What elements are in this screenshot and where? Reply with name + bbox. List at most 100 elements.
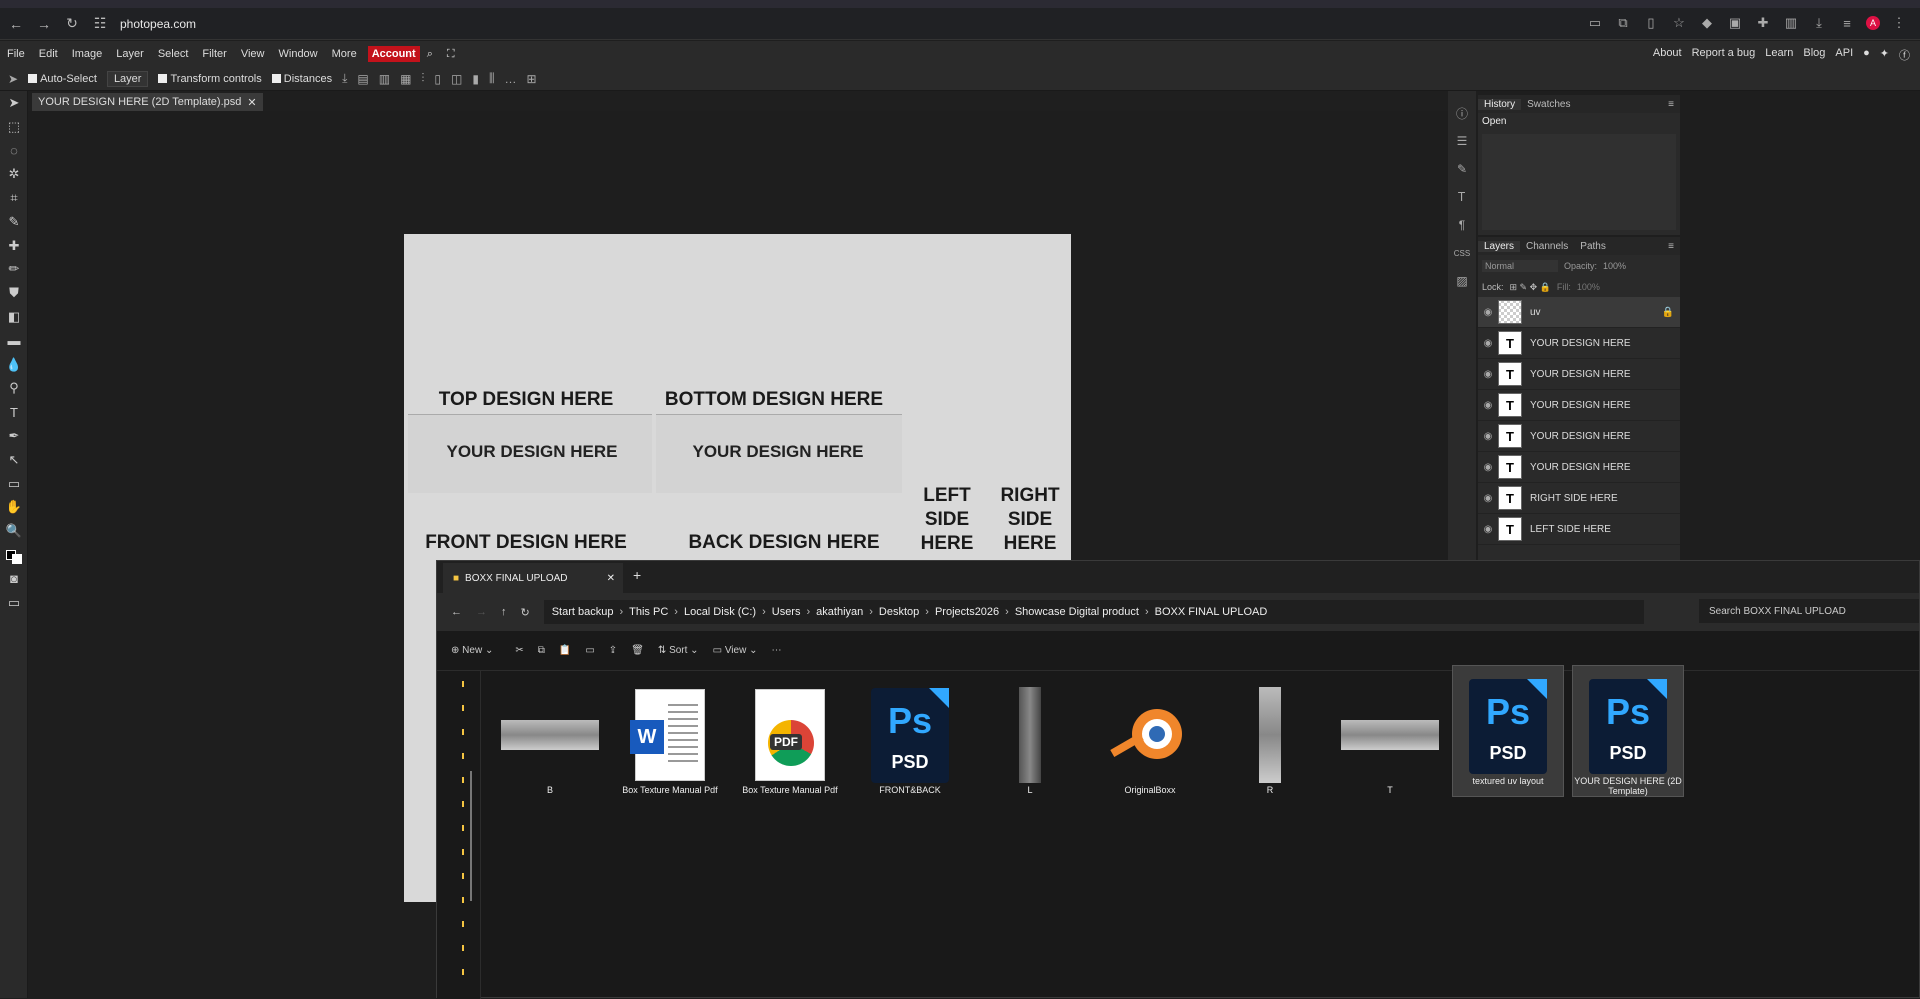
paragraph-icon[interactable]: ¶ [1448, 211, 1476, 239]
menu-image[interactable]: Image [65, 48, 110, 60]
fill-value[interactable]: 100% [1577, 282, 1600, 292]
puzzle-icon[interactable]: ✚ [1754, 12, 1772, 34]
menu-edit[interactable]: Edit [32, 48, 65, 60]
tab-channels[interactable]: Channels [1520, 241, 1574, 252]
align-bottom-icon[interactable]: ▥ [379, 72, 390, 86]
search-icon[interactable]: ⌕ [420, 48, 440, 61]
menu-view[interactable]: View [234, 48, 272, 60]
eye-icon[interactable]: ◉ [1478, 338, 1498, 349]
magic-wand-icon[interactable]: ✲ [0, 162, 28, 186]
refresh-icon[interactable]: ↻ [521, 606, 530, 619]
layer-row[interactable]: ◉ T RIGHT SIDE HERE [1478, 483, 1680, 514]
facebook-icon[interactable]: ⓕ [1899, 47, 1910, 63]
crumb-start-backup[interactable]: Start backup [552, 606, 614, 618]
distances-checkbox[interactable]: Distances [271, 73, 332, 85]
close-icon[interactable]: ✕ [247, 96, 256, 109]
tab-icon[interactable]: ▭ [1586, 12, 1604, 34]
crop-tool-icon[interactable]: ⌗ [0, 186, 28, 210]
tab-history[interactable]: History [1478, 98, 1522, 110]
dodge-icon[interactable]: ⚲ [0, 377, 28, 401]
menu-more[interactable]: More [325, 48, 364, 60]
url-text[interactable]: photopea.com [120, 17, 196, 31]
align-right-icon[interactable]: ▮ [472, 72, 479, 86]
download-icon[interactable]: ⤓ [1810, 12, 1828, 34]
view-button[interactable]: ▭ View ⌄ [713, 645, 758, 656]
bookmark-star-icon[interactable]: ☆ [1670, 12, 1688, 34]
twitter-icon[interactable]: ✦ [1880, 47, 1889, 63]
document-tab[interactable]: YOUR DESIGN HERE (2D Template).psd ✕ [32, 93, 263, 111]
explorer-tab[interactable]: ■ BOXX FINAL UPLOAD ✕ [443, 563, 623, 593]
stamp-tool-icon[interactable]: ⛊ [0, 281, 28, 305]
close-tab-icon[interactable]: ✕ [607, 573, 615, 584]
eye-icon[interactable]: ◉ [1478, 400, 1498, 411]
pen-tool-icon[interactable]: ✒ [0, 424, 28, 448]
rename-icon[interactable]: ▭ [585, 645, 594, 656]
eye-icon[interactable]: ◉ [1478, 431, 1498, 442]
up-icon[interactable]: ↑ [501, 606, 507, 618]
eye-icon[interactable]: ◉ [1478, 462, 1498, 473]
info-icon[interactable]: ⓘ [1448, 99, 1476, 127]
crumb-users[interactable]: Users [772, 606, 801, 618]
file-item-hover[interactable]: Ps PSD textured uv layout [1452, 665, 1564, 797]
page-icon[interactable]: ▯ [1642, 12, 1660, 34]
eraser-icon[interactable]: ◧ [0, 305, 28, 329]
share-icon[interactable]: ⇪ [609, 645, 617, 656]
auto-select-checkbox[interactable]: Auto-Select [28, 73, 97, 85]
account-button[interactable]: Account [367, 46, 420, 62]
css-icon[interactable]: CSS [1448, 239, 1476, 267]
file-item[interactable]: OriginalBoxx [1095, 685, 1205, 795]
menu-window[interactable]: Window [272, 48, 325, 60]
paste-icon[interactable]: 📋 [559, 645, 571, 656]
blend-mode-select[interactable]: Normal [1482, 260, 1558, 272]
image-icon[interactable]: ▨ [1448, 267, 1476, 295]
crumb-boxx[interactable]: BOXX FINAL UPLOAD [1155, 606, 1268, 618]
hand-tool-icon[interactable]: ✋ [0, 496, 28, 520]
menu-layer[interactable]: Layer [109, 48, 151, 60]
file-item[interactable]: L [975, 685, 1085, 795]
media-icon[interactable]: ≡ [1838, 12, 1856, 34]
healing-icon[interactable]: ✚ [0, 234, 28, 258]
explorer-search-input[interactable]: Search BOXX FINAL UPLOAD [1699, 599, 1919, 623]
file-item[interactable]: B [495, 685, 605, 795]
site-info-icon[interactable]: ☷ [88, 12, 112, 36]
align-hcenter-icon[interactable]: ◫ [451, 72, 462, 86]
opacity-value[interactable]: 100% [1603, 261, 1626, 271]
tab-paths[interactable]: Paths [1574, 241, 1612, 252]
panel-menu-icon[interactable]: ≡ [1662, 241, 1680, 252]
lock-icons[interactable]: ⊞ ✎ ✥ 🔒 [1510, 282, 1551, 293]
eye-icon[interactable]: ◉ [1478, 369, 1498, 380]
align-left-icon[interactable]: ▯ [434, 72, 441, 86]
file-item[interactable]: R [1215, 685, 1325, 795]
tab-layers[interactable]: Layers [1478, 240, 1521, 252]
brush-panel-icon[interactable]: ✎ [1448, 155, 1476, 183]
path-select-icon[interactable]: ↖ [0, 448, 28, 472]
file-item[interactable]: T [1335, 685, 1445, 795]
character-icon[interactable]: Ꭲ [1448, 183, 1476, 211]
layer-row[interactable]: ◉ T YOUR DESIGN HERE [1478, 421, 1680, 452]
properties-icon[interactable]: ☰ [1448, 127, 1476, 155]
shape-tool-icon[interactable]: ▭ [0, 472, 28, 496]
marquee-tool-icon[interactable]: ⬚ [0, 115, 28, 139]
screen-mode-icon[interactable]: ▭ [0, 591, 28, 615]
layer-row[interactable]: ◉ T YOUR DESIGN HERE [1478, 452, 1680, 483]
sort-button[interactable]: ⇅ Sort ⌄ [658, 645, 699, 656]
learn-link[interactable]: Learn [1765, 47, 1793, 63]
back-icon[interactable]: ← [4, 12, 28, 36]
reddit-icon[interactable]: ● [1863, 47, 1870, 63]
new-tab-icon[interactable]: + [633, 567, 641, 583]
profile-avatar[interactable]: A [1866, 16, 1880, 30]
crumb-user[interactable]: akathiyan [816, 606, 863, 618]
layer-row[interactable]: ◉ T YOUR DESIGN HERE [1478, 359, 1680, 390]
file-item-selected[interactable]: Ps PSD YOUR DESIGN HERE (2D Template) [1572, 665, 1684, 797]
history-item[interactable]: Open [1478, 113, 1680, 130]
align-vcenter-icon[interactable]: ▤ [357, 72, 368, 86]
layer-row[interactable]: ◉ T YOUR DESIGN HERE [1478, 328, 1680, 359]
brush-tool-icon[interactable]: ✏ [0, 258, 28, 282]
distribute-h-icon[interactable]: ⫼ [489, 71, 495, 86]
move-tool-icon[interactable]: ➤ [0, 91, 28, 115]
more-icon[interactable]: ⋯ [771, 645, 781, 656]
about-link[interactable]: About [1653, 47, 1682, 63]
file-item[interactable]: Ps PSD FRONT&BACK [855, 685, 965, 795]
align-top-icon[interactable]: ⤓ [342, 71, 347, 86]
delete-icon[interactable]: 🗑 [631, 645, 644, 656]
